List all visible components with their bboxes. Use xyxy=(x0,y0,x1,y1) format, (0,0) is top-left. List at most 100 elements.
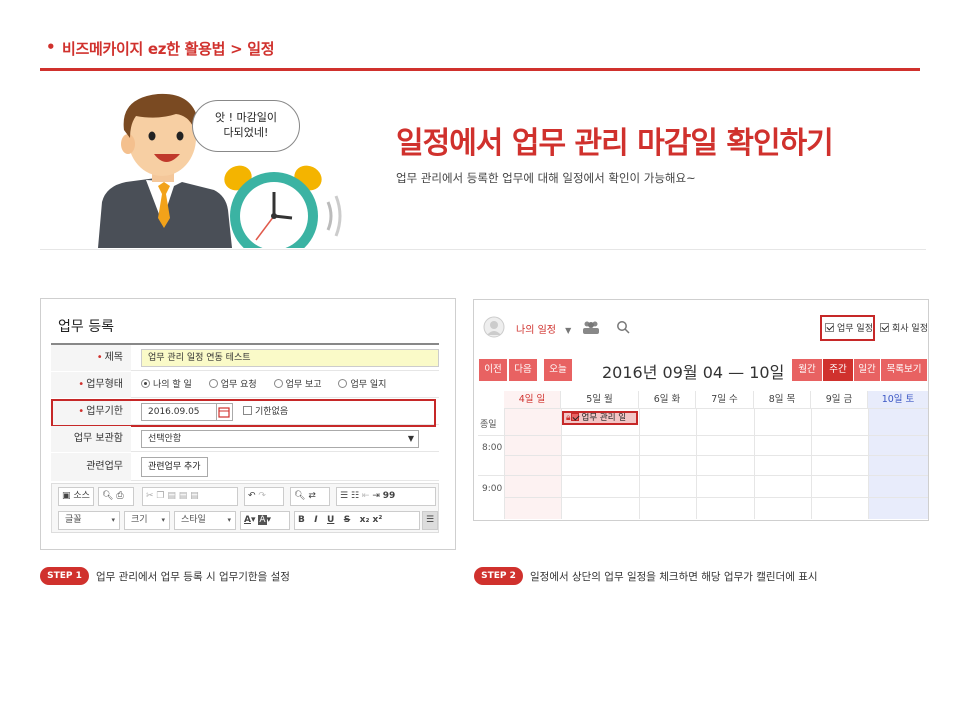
calendar-panel: 나의 일정 ▼ 업무 일정 회사 일정 이전 다음 오늘 2016년 09월 0… xyxy=(473,299,929,521)
month-view-button[interactable]: 월간 xyxy=(792,359,822,381)
find-replace-group[interactable]: 🔍︎ ⇄ xyxy=(290,487,330,506)
paste-icon: ▤ xyxy=(167,491,176,501)
bold-button[interactable]: B xyxy=(298,515,305,525)
hero-title: 일정에서 업무 관리 마감일 확인하기 xyxy=(396,126,834,161)
week-view-button[interactable]: 주간 xyxy=(823,359,853,381)
task-form-title: 업무 등록 xyxy=(58,319,114,335)
align-left-button[interactable]: ☰ xyxy=(422,511,438,530)
type-radio-log[interactable]: 업무 일지 xyxy=(338,379,386,390)
checkbox-checked-icon xyxy=(570,413,579,421)
type-label: 업무형태 xyxy=(86,379,123,390)
preview-print-group[interactable]: 🔍︎ ⎙ xyxy=(98,487,134,506)
type-radio-request[interactable]: 업무 요청 xyxy=(208,379,257,390)
checkbox-checked-icon xyxy=(880,323,889,332)
title-input[interactable]: 업무 관리 일정 연동 테스트 xyxy=(141,349,439,367)
radio-icon xyxy=(273,379,283,388)
radio-icon xyxy=(338,379,348,388)
user-avatar-icon[interactable] xyxy=(483,316,505,338)
font-select[interactable]: 글꼴 ▾ xyxy=(58,511,120,530)
source-button[interactable]: ▣ 소스 xyxy=(58,487,94,506)
date-range-title: 2016년 09월 04 — 10일 xyxy=(602,363,785,382)
my-schedule-dropdown[interactable]: 나의 일정 ▼ xyxy=(516,321,571,336)
clipboard-group[interactable]: ✂ ❐ ▤ ▤ ▤ xyxy=(142,487,238,506)
hero-section: 앗 ! 마감일이 다되었네! 일정에서 업무 관리 마감일 확인하기 업무 관리… xyxy=(40,90,926,250)
print-icon: ⎙ xyxy=(116,491,124,501)
add-related-task-button[interactable]: 관련업무 추가 xyxy=(141,457,208,477)
superscript-button[interactable]: x² xyxy=(373,515,383,525)
undo-redo-group[interactable]: ↶ ↷ xyxy=(244,487,284,506)
hero-subtitle: 업무 관리에서 등록한 업무에 대해 일정에서 확인이 가능해요~ xyxy=(396,171,696,185)
task-registration-panel: 업무 등록 • 제목 업무 관리 일정 연동 테스트 • 업무형태 나의 할 일 업… xyxy=(40,298,456,550)
cut-icon: ✂ xyxy=(146,491,154,501)
prev-button[interactable]: 이전 xyxy=(479,359,507,381)
checkbox-checked-icon xyxy=(825,323,834,332)
radio-icon xyxy=(141,379,150,388)
copy-icon: ❐ xyxy=(156,491,165,501)
preview-icon: 🔍︎ xyxy=(102,491,114,501)
today-button[interactable]: 오늘 xyxy=(544,359,572,381)
strike-button[interactable]: S xyxy=(344,515,350,525)
replace-icon: ⇄ xyxy=(308,491,316,501)
day-header-fri: 9일 금 xyxy=(811,391,868,409)
day-header-thu: 8일 목 xyxy=(754,391,811,409)
header-divider xyxy=(40,68,920,71)
step-2-badge: STEP 2 xyxy=(474,567,523,585)
calendar-event-work[interactable]: 🔒︎ 업무 관리 일 xyxy=(562,411,638,425)
blockquote-icon: 99 xyxy=(382,491,396,501)
step-1-description: 업무 관리에서 업무 등록 시 업무기한을 설정 xyxy=(96,571,290,583)
indent-icon: ⇥ xyxy=(372,491,380,501)
paste-text-icon: ▤ xyxy=(178,491,188,501)
step-1-badge: STEP 1 xyxy=(40,567,89,585)
dropdown-arrow-icon: ▾ xyxy=(161,516,165,524)
storage-label: 업무 보관함 xyxy=(51,426,131,452)
underline-button[interactable]: U xyxy=(327,515,334,525)
dropdown-arrow-icon: ▼ xyxy=(565,326,572,335)
subscript-button[interactable]: x₂ xyxy=(360,515,370,525)
day-view-button[interactable]: 일간 xyxy=(854,359,880,381)
bubble-line-1: 앗 ! 마감일이 xyxy=(214,111,277,124)
week-calendar-grid: 4일 일 5일 월 6일 화 7일 수 8일 목 9일 금 10일 토 종일 8… xyxy=(478,391,928,519)
numbered-list-icon: ☰ xyxy=(340,491,349,501)
undo-icon: ↶ xyxy=(248,491,256,501)
speech-bubble: 앗 ! 마감일이 다되었네! xyxy=(192,100,300,152)
dropdown-arrow-icon: ▼ xyxy=(407,434,414,443)
dropdown-arrow-icon: ▾ xyxy=(111,516,115,524)
format-group[interactable]: B I U S x₂ x² xyxy=(294,511,420,530)
next-button[interactable]: 다음 xyxy=(509,359,537,381)
day-header-mon: 5일 월 xyxy=(561,391,639,409)
day-header-wed: 7일 수 xyxy=(696,391,754,409)
day-header-sun: 4일 일 xyxy=(504,391,561,409)
allday-label: 종일 xyxy=(480,420,497,430)
type-radio-my-task[interactable]: 나의 할 일 xyxy=(141,379,192,390)
group-icon[interactable] xyxy=(582,320,600,334)
time-label-8: 8:00 xyxy=(482,443,503,453)
bubble-line-2: 다되었네! xyxy=(223,126,269,139)
bg-color-icon: A xyxy=(258,515,267,525)
list-view-button[interactable]: 목록보기 xyxy=(881,359,927,381)
type-radio-report[interactable]: 업무 보고 xyxy=(273,379,322,390)
find-icon: 🔍︎ xyxy=(294,491,306,501)
list-indent-group[interactable]: ☰ ☷ ⇤ ⇥ 99 xyxy=(336,487,436,506)
redo-icon: ↷ xyxy=(258,491,266,501)
day-header-tue: 6일 화 xyxy=(639,391,696,409)
deadline-highlight-box xyxy=(51,399,436,427)
related-label: 관련업무 xyxy=(51,453,131,481)
storage-select[interactable]: 선택안함 ▼ xyxy=(141,430,419,448)
page-header: • 비즈메카이지 ez한 활용법 > 일정 xyxy=(40,36,920,74)
size-select[interactable]: 크기 ▾ xyxy=(124,511,170,530)
form-row-storage: 업무 보관함 선택안함 ▼ xyxy=(51,426,439,452)
paste-word-icon: ▤ xyxy=(190,491,199,501)
editor-toolbar: ▣ 소스 🔍︎ ⎙ ✂ ❐ ▤ ▤ ▤ ↶ ↷ 🔍︎ ⇄ ☰ ☷ ⇤ ⇥ 99 … xyxy=(51,483,439,533)
company-schedule-checkbox[interactable]: 회사 일정 xyxy=(880,321,928,334)
align-left-icon: ☰ xyxy=(426,515,435,525)
work-schedule-checkbox[interactable]: 업무 일정 xyxy=(825,321,873,334)
header-bullet: • xyxy=(46,38,56,56)
step-2-description: 일정에서 상단의 업무 일정을 체크하면 해당 업무가 캘린더에 표시 xyxy=(530,571,818,583)
italic-button[interactable]: I xyxy=(314,515,317,525)
color-group[interactable]: A▾ A▾ xyxy=(240,511,290,530)
search-icon[interactable] xyxy=(616,320,630,334)
text-color-icon: A xyxy=(244,515,251,525)
form-row-title: • 제목 업무 관리 일정 연동 테스트 xyxy=(51,345,439,371)
style-select[interactable]: 스타일 ▾ xyxy=(174,511,236,530)
title-label: 제목 xyxy=(104,352,123,363)
